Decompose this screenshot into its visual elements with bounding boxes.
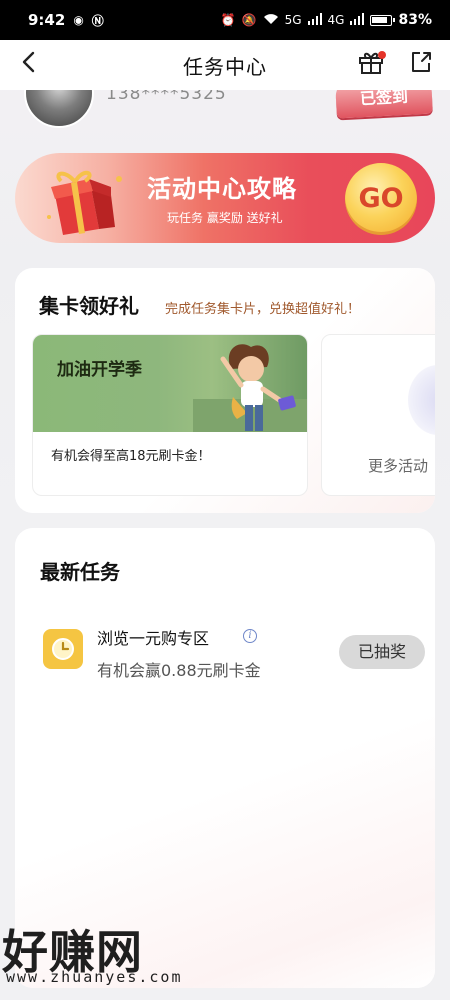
signal-icon-2 bbox=[350, 12, 365, 28]
more-card-illustration bbox=[408, 365, 435, 435]
task-name: 浏览一元购专区 bbox=[97, 629, 210, 648]
banner-title: 活动中心攻略 bbox=[147, 175, 297, 203]
gift-box-icon bbox=[45, 169, 129, 237]
status-bar: 9:42 ◉ Ⓝ ⏰ 🔕 5G 4G 83% bbox=[0, 0, 450, 40]
notification-dot bbox=[378, 51, 386, 59]
user-phone: 138****5325 bbox=[106, 90, 227, 104]
status-right: ⏰ 🔕 5G 4G 83% bbox=[221, 12, 432, 28]
share-icon bbox=[409, 50, 433, 78]
gift-button[interactable] bbox=[356, 49, 386, 79]
task-reward: 有机会赢0.88元刷卡金 bbox=[97, 661, 261, 680]
clock-icon bbox=[43, 629, 83, 669]
section-description: 完成任务集卡片，兑换超值好礼！ bbox=[165, 302, 361, 317]
more-activities-card[interactable]: 更多活动 bbox=[321, 334, 435, 496]
status-left: 9:42 ◉ Ⓝ bbox=[28, 11, 104, 29]
signed-in-badge[interactable]: 已签到 bbox=[335, 90, 433, 119]
girl-illustration bbox=[193, 339, 307, 432]
watermark-url: www.zhuanyes.com bbox=[6, 968, 183, 986]
info-icon[interactable]: i bbox=[243, 629, 257, 643]
signal-icon bbox=[307, 12, 322, 28]
promo-image-title: 加油开学季 bbox=[57, 360, 142, 380]
mute-icon: 🔕 bbox=[241, 13, 257, 27]
status-time: 9:42 bbox=[28, 11, 66, 29]
task-item[interactable]: 浏览一元购专区 i 有机会赢0.88元刷卡金 已抽奖 bbox=[31, 603, 425, 701]
section-title: 集卡领好礼 bbox=[39, 294, 139, 318]
back-button[interactable] bbox=[14, 50, 42, 78]
promo-image: 加油开学季 bbox=[33, 335, 307, 432]
network-4g-label: 4G bbox=[327, 13, 345, 27]
user-info: 138****5325 已签到 bbox=[0, 90, 450, 135]
promo-card[interactable]: 加油开学季 有机会得至高18元刷卡金！ bbox=[32, 334, 308, 496]
page-title: 任务中心 bbox=[183, 54, 267, 79]
chevron-left-icon bbox=[21, 51, 35, 77]
nav-bar: 任务中心 bbox=[0, 40, 450, 90]
watermark: 好赚网 www.zhuanyes.com bbox=[2, 916, 202, 996]
banner-subtitle: 玩任务 赢奖励 送好礼 bbox=[167, 211, 283, 225]
task-status-button[interactable]: 已抽奖 bbox=[339, 635, 425, 669]
more-activities-label: 更多活动 bbox=[368, 457, 429, 475]
go-button[interactable]: GO bbox=[345, 163, 417, 235]
collect-cards-section: 集卡领好礼 完成任务集卡片，兑换超值好礼！ 加油开学季 有机会得至高18元刷卡金… bbox=[15, 268, 435, 513]
alarm-icon: ⏰ bbox=[220, 13, 236, 27]
promo-text: 有机会得至高18元刷卡金！ bbox=[51, 449, 211, 464]
avatar[interactable] bbox=[24, 90, 94, 128]
battery-icon bbox=[370, 14, 396, 26]
eye-icon: ◉ bbox=[73, 13, 84, 27]
network-5g-label: 5G bbox=[284, 13, 302, 27]
battery-percent: 83% bbox=[398, 12, 432, 28]
wifi-icon bbox=[263, 13, 279, 28]
tasks-title: 最新任务 bbox=[40, 560, 120, 584]
share-button[interactable] bbox=[406, 49, 436, 79]
activity-strategy-banner[interactable]: 活动中心攻略 玩任务 赢奖励 送好礼 GO bbox=[15, 153, 435, 243]
nfc-icon: Ⓝ bbox=[91, 13, 104, 28]
